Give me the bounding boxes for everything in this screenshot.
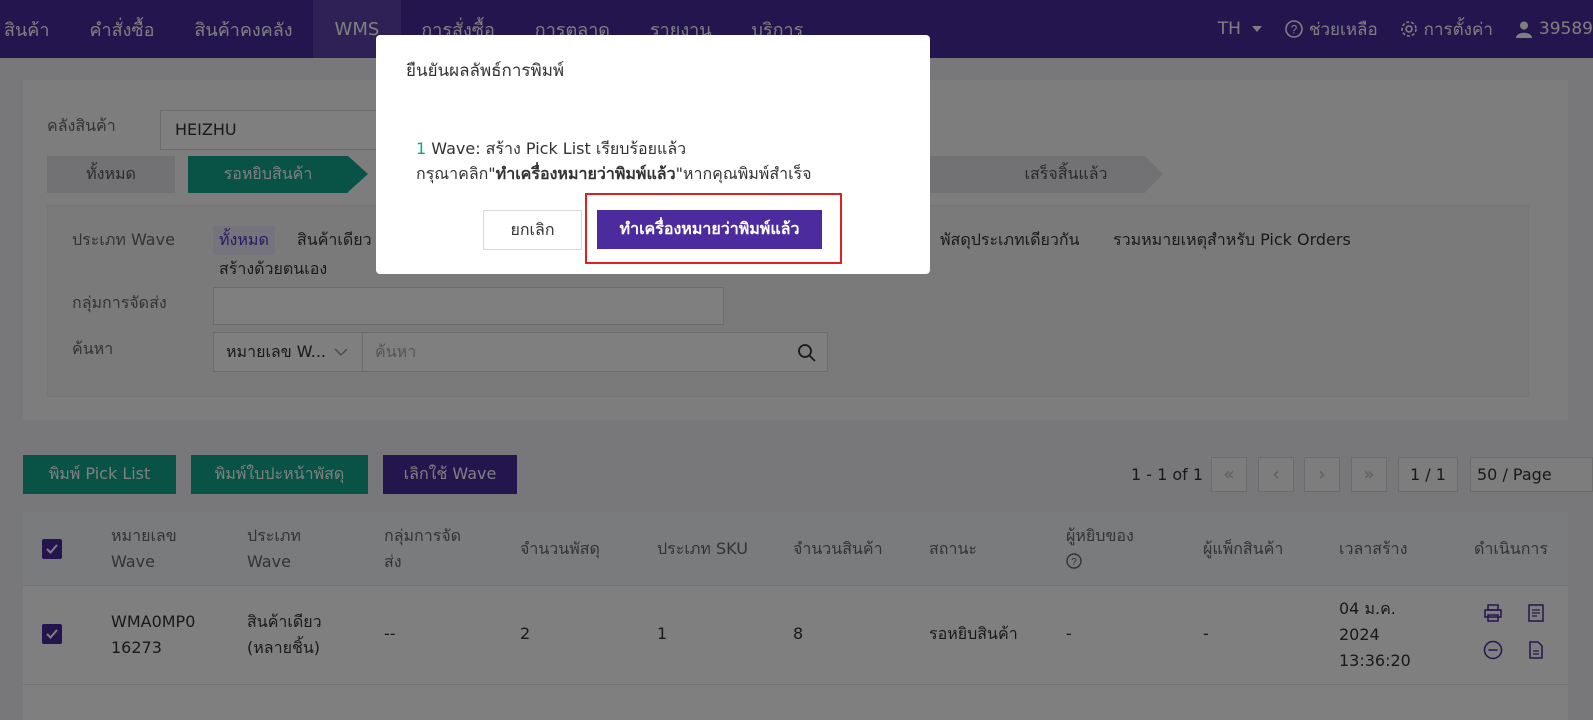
dialog-message-line1: 1 Wave: สร้าง Pick List เรียบร้อยแล้ว <box>416 139 687 158</box>
dialog-message-line2: กรุณาคลิก"ทำเครื่องหมายว่าพิมพ์แล้ว"หากค… <box>416 164 812 183</box>
cancel-button[interactable]: ยกเลิก <box>483 210 582 250</box>
highlight-box <box>585 193 842 264</box>
wave-count: 1 <box>416 139 427 158</box>
dialog-title: ยืนยันผลลัพธ์การพิมพ์ <box>406 61 565 81</box>
